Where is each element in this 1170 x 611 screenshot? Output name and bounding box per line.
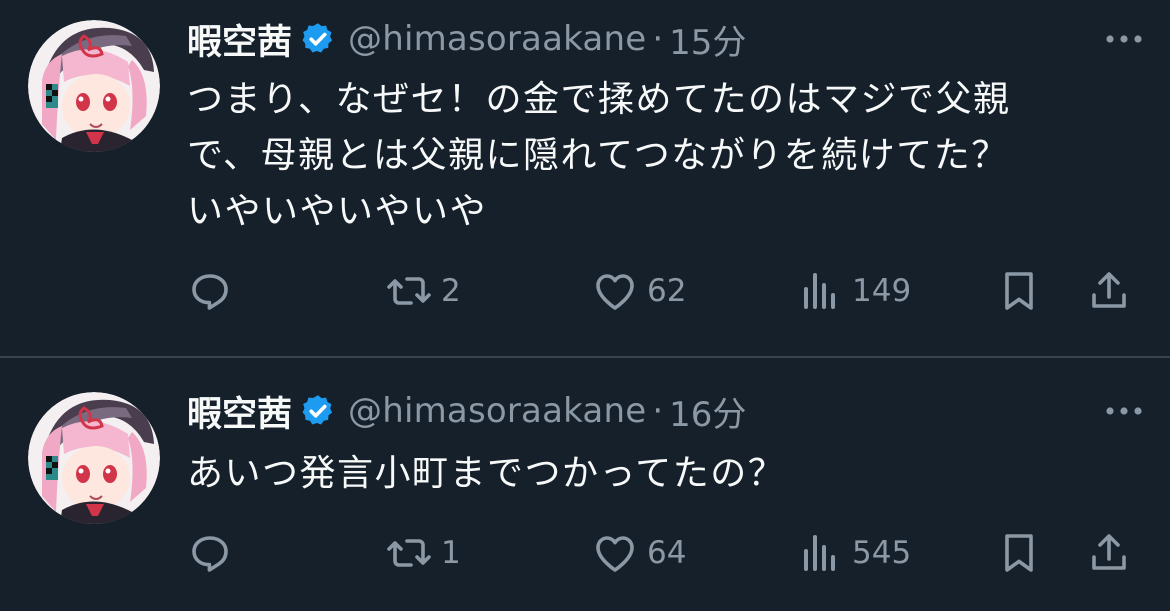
reply-icon (192, 536, 228, 572)
separator: · (652, 19, 664, 59)
views-icon (804, 273, 835, 309)
like-button[interactable]: 64 (591, 525, 686, 581)
tweet-text-line: つまり、なぜセ！の金で揉めてたのはマジで父親 (187, 79, 1011, 120)
timestamp[interactable]: 16分 (669, 387, 746, 436)
bookmark-icon (1005, 272, 1033, 310)
share-icon (1092, 272, 1126, 308)
tweet[interactable]: 暇空茜 @himasoraakane · 15分 つまり、なぜセ！の金で揉めてた… (0, 0, 1170, 356)
retweet-button[interactable]: 2 (385, 263, 461, 319)
handle[interactable]: @himasoraakane (348, 19, 646, 59)
views-count: 149 (852, 273, 912, 309)
verified-badge-icon (302, 23, 333, 53)
timeline-feed: 暇空茜 @himasoraakane · 15分 つまり、なぜセ！の金で揉めてた… (0, 0, 1170, 611)
share-button[interactable] (1085, 263, 1133, 319)
tweet-text: つまり、なぜセ！の金で揉めてたのはマジで父親 で、母親とは父親に隠れてつながりを… (187, 72, 1147, 240)
display-name[interactable]: 暇空茜 (187, 386, 292, 437)
timestamp[interactable]: 15分 (669, 15, 746, 64)
tweet[interactable]: 暇空茜 @himasoraakane · 16分 あいつ発言小町までつかってたの… (0, 358, 1170, 611)
retweet-icon (387, 539, 431, 567)
reply-icon (192, 274, 228, 310)
like-count: 62 (647, 273, 687, 309)
tweet-header: 暇空茜 @himasoraakane · 16分 (187, 386, 746, 436)
bookmark-button[interactable] (995, 263, 1043, 319)
tweet-text-line: で、母親とは父親に隠れてつながりを続けてた？ (187, 135, 1009, 176)
views-count: 545 (852, 535, 912, 571)
action-bar: 1 64 545 (0, 525, 1170, 581)
action-bar: 2 62 149 (0, 263, 1170, 319)
tweet-text-line: いやいやいやいや (187, 191, 488, 232)
retweet-button[interactable]: 1 (385, 525, 461, 581)
avatar[interactable] (28, 392, 160, 524)
like-button[interactable]: 62 (591, 263, 686, 319)
avatar[interactable] (28, 20, 160, 152)
retweet-count: 1 (441, 535, 461, 571)
tweet-text: あいつ発言小町までつかってたの？ (187, 446, 1147, 502)
like-icon (596, 274, 634, 310)
retweet-icon (387, 277, 431, 305)
more-icon[interactable] (1100, 24, 1148, 54)
verified-badge-icon (302, 395, 333, 425)
share-button[interactable] (1085, 525, 1133, 581)
display-name[interactable]: 暇空茜 (187, 14, 292, 65)
like-icon (596, 536, 634, 572)
like-count: 64 (647, 535, 687, 571)
handle[interactable]: @himasoraakane (348, 391, 646, 431)
bookmark-button[interactable] (995, 525, 1043, 581)
retweet-count: 2 (441, 273, 461, 309)
views-button[interactable]: 149 (796, 263, 911, 319)
bookmark-icon (1005, 534, 1033, 572)
views-icon (804, 535, 835, 571)
reply-button[interactable] (186, 525, 234, 581)
share-icon (1092, 534, 1126, 570)
more-icon[interactable] (1100, 396, 1148, 426)
reply-button[interactable] (186, 263, 234, 319)
tweet-text-line: あいつ発言小町までつかってたの？ (187, 453, 786, 494)
tweet-header: 暇空茜 @himasoraakane · 15分 (187, 14, 746, 64)
separator: · (652, 391, 664, 431)
views-button[interactable]: 545 (796, 525, 911, 581)
